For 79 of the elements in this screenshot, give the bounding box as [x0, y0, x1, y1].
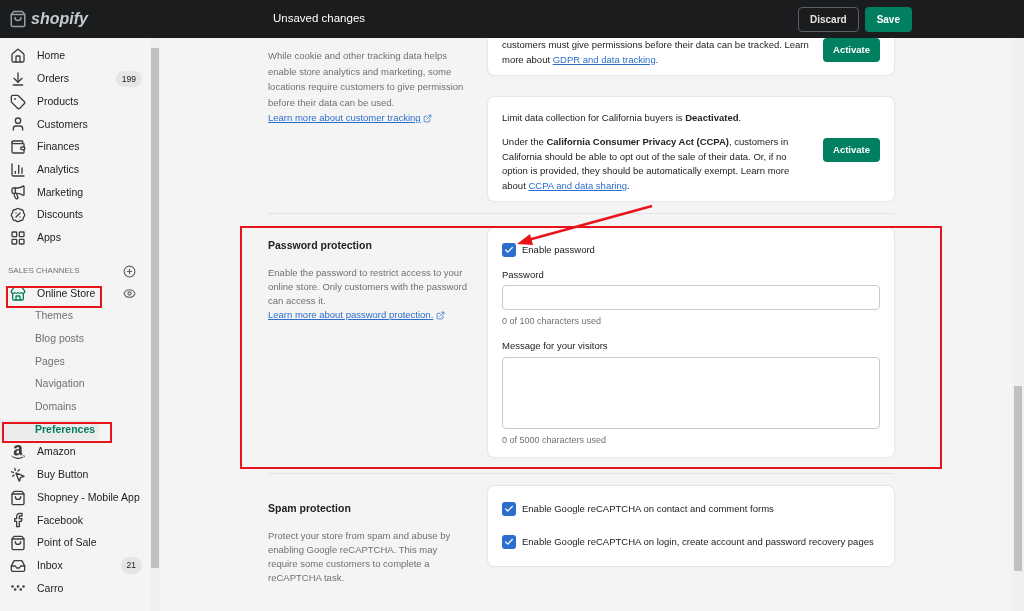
storefront-icon: [10, 285, 26, 302]
save-button[interactable]: Save: [864, 6, 912, 32]
bar-chart-icon: [10, 161, 26, 178]
count-badge: 199: [115, 70, 142, 88]
sidebar-item[interactable]: Analytics: [0, 159, 83, 180]
section-description: While cookie and other tracking data helps enable store analytics and marketing, some locations require customers to give permission before their data can be used. Learn more about customer tracking: [268, 49, 465, 125]
sidebar-scrollbar[interactable]: [150, 38, 160, 611]
card-text: customers must give permissions before their data can be tracked. Learn more about GDPR and data tracking.: [502, 38, 810, 67]
sidebar-item[interactable]: Domains: [0, 396, 81, 417]
checkbox[interactable]: [502, 243, 516, 258]
character-counter: 0 of 5000 characters used: [502, 433, 608, 447]
grid-icon: [10, 229, 26, 246]
sidebar-item[interactable]: Pages: [0, 351, 69, 372]
sidebar-item[interactable]: Shopney - Mobile App: [0, 487, 144, 508]
external-link-icon: [423, 114, 433, 123]
percent-badge-icon: [10, 207, 26, 224]
field-label: Password: [502, 267, 545, 282]
wallet-icon: [10, 139, 26, 156]
sidebar-item[interactable]: Discounts: [0, 205, 88, 226]
sidebar-item[interactable]: Orders: [0, 69, 74, 90]
inbox-icon: [10, 557, 26, 574]
checkbox-label: Enable Google reCAPTCHA on contact and comment forms: [522, 502, 774, 516]
section-heading: SALES CHANNELS: [8, 265, 80, 278]
check-icon: [504, 504, 514, 515]
sidebar-item[interactable]: Buy Button: [0, 465, 93, 486]
section-description: Enable the password to restrict access to your online store. Only customers with the password can access it. Learn more about password protection.: [268, 266, 468, 322]
learn-more-link[interactable]: Learn more about password protection.: [268, 309, 434, 320]
learn-more-link[interactable]: Learn more about customer tracking: [268, 112, 421, 123]
sidebar-item[interactable]: Blog posts: [0, 328, 89, 349]
sidebar-item[interactable]: Finances: [0, 137, 84, 158]
sidebar-item[interactable]: Products: [0, 91, 83, 112]
activate-button[interactable]: Activate: [823, 38, 880, 62]
home-icon: [10, 48, 26, 65]
sidebar-item[interactable]: Point of Sale: [0, 533, 101, 554]
section-title: Spam protection: [268, 501, 352, 516]
card-text: Under the California Consumer Privacy Act (CCPA), customers in California should be able to opt out of the sale of their data. Or, if no option is provided, they should be automatically exempt. Learn more about CCPA and data sharing.: [502, 135, 791, 193]
field-label: Message for your visitors: [502, 339, 609, 354]
status-text: Limit data collection for California buyers is Deactivated.: [502, 111, 743, 125]
page-scrollbar[interactable]: [1012, 38, 1024, 611]
message-field[interactable]: [502, 356, 880, 429]
sidebar-item[interactable]: Carro: [0, 578, 68, 599]
learn-more-link[interactable]: CCPA and data sharing: [528, 179, 627, 191]
external-link-icon: [435, 311, 445, 320]
megaphone-icon: [10, 184, 26, 201]
count-badge: 21: [120, 557, 142, 575]
sidebar-item[interactable]: Customers: [0, 114, 92, 135]
shopping-bag-icon: [10, 535, 26, 552]
sidebar-item[interactable]: Online Store: [0, 283, 100, 304]
amazon-icon: [10, 444, 26, 461]
shopping-bag-logo-icon: [9, 10, 27, 28]
person-icon: [10, 116, 26, 133]
pointer-icon: [10, 467, 26, 484]
logo-wordmark: shopify: [31, 9, 88, 29]
section-title: Password protection: [268, 238, 373, 254]
discard-button[interactable]: Discard: [797, 6, 859, 32]
check-icon: [504, 245, 514, 256]
sidebar-item[interactable]: Themes: [0, 306, 77, 327]
sidebar-item[interactable]: Amazon: [0, 442, 80, 463]
checkbox[interactable]: [502, 535, 516, 550]
check-icon: [504, 537, 514, 548]
sidebar-item[interactable]: Facebook: [0, 510, 88, 531]
page-status-title: Unsaved changes: [273, 11, 366, 27]
tag-icon: [10, 93, 26, 110]
checkbox[interactable]: [502, 502, 516, 517]
checkbox-label: Enable Google reCAPTCHA on login, create account and password recovery pages: [522, 535, 874, 550]
add-icon[interactable]: [123, 264, 136, 278]
view-icon[interactable]: [123, 287, 136, 301]
checkbox-label: Enable password: [522, 243, 595, 258]
sidebar-item[interactable]: Inbox: [0, 555, 67, 576]
section-description: Protect your store from spam and abuse by enabling Google reCAPTCHA. This may require some customers to complete a reCAPTCHA task.: [268, 528, 452, 585]
dots-icon: [11, 585, 25, 592]
sidebar-item[interactable]: Apps: [0, 227, 65, 248]
character-counter: 0 of 100 characters used: [502, 314, 603, 328]
password-field[interactable]: [502, 284, 880, 310]
sidebar-item[interactable]: Home: [0, 46, 69, 67]
sidebar-item[interactable]: Marketing: [0, 182, 88, 203]
learn-more-link[interactable]: GDPR and data tracking: [552, 53, 656, 65]
activate-button[interactable]: Activate: [823, 138, 880, 162]
sidebar-item[interactable]: Navigation: [0, 374, 89, 395]
